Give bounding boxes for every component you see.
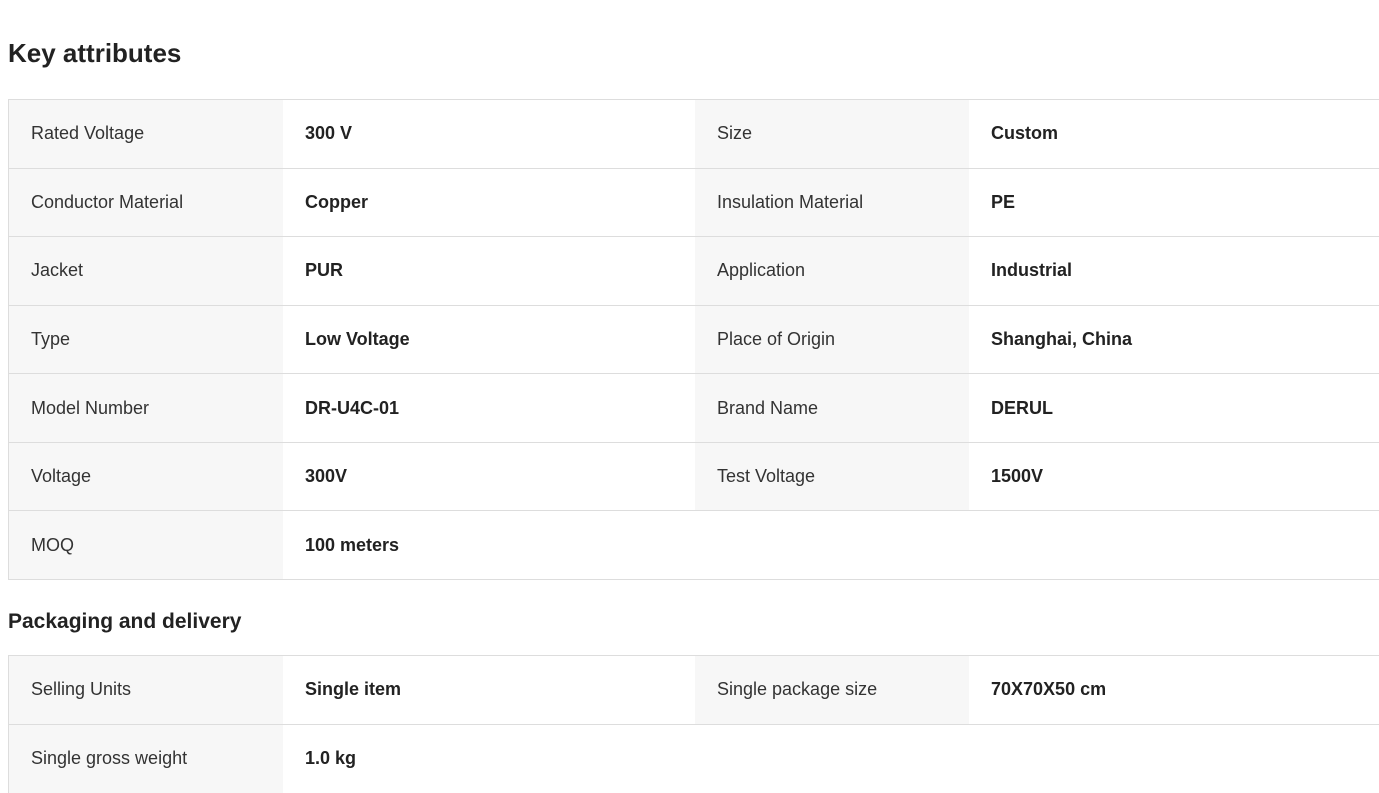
table-row: Jacket PUR Application Industrial: [9, 237, 1379, 306]
attribute-name: Place of Origin: [695, 306, 969, 374]
attribute-name: MOQ: [9, 511, 283, 579]
attribute-value: 300 V: [283, 100, 695, 168]
attribute-value: DERUL: [969, 374, 1379, 442]
table-row: Conductor Material Copper Insulation Mat…: [9, 169, 1379, 238]
attribute-value: Low Voltage: [283, 306, 695, 374]
attribute-value: 300V: [283, 443, 695, 511]
packaging-table: Selling Units Single item Single package…: [8, 655, 1379, 793]
attribute-name: Application: [695, 237, 969, 305]
attribute-value: PUR: [283, 237, 695, 305]
table-row: Type Low Voltage Place of Origin Shangha…: [9, 306, 1379, 375]
attribute-name: Size: [695, 100, 969, 168]
attribute-value: Custom: [969, 100, 1379, 168]
attribute-value: Shanghai, China: [969, 306, 1379, 374]
attribute-value: 70X70X50 cm: [969, 656, 1379, 724]
attribute-name: Insulation Material: [695, 169, 969, 237]
table-row: Model Number DR-U4C-01 Brand Name DERUL: [9, 374, 1379, 443]
key-attributes-table: Rated Voltage 300 V Size Custom Conducto…: [8, 99, 1379, 580]
attribute-value: Copper: [283, 169, 695, 237]
attribute-name: Single gross weight: [9, 725, 283, 793]
attribute-value: 1500V: [969, 443, 1379, 511]
attribute-name: Voltage: [9, 443, 283, 511]
table-row: Rated Voltage 300 V Size Custom: [9, 100, 1379, 169]
attribute-name: Selling Units: [9, 656, 283, 724]
table-row: Voltage 300V Test Voltage 1500V: [9, 443, 1379, 512]
table-row: MOQ 100 meters: [9, 511, 1379, 580]
attribute-name: Jacket: [9, 237, 283, 305]
empty-cell: [969, 511, 1379, 579]
table-row: Single gross weight 1.0 kg: [9, 725, 1379, 793]
empty-cell: [969, 725, 1379, 793]
attribute-value: 1.0 kg: [283, 725, 695, 793]
attribute-value: 100 meters: [283, 511, 695, 579]
empty-cell: [695, 725, 969, 793]
attribute-name: Single package size: [695, 656, 969, 724]
attribute-value: DR-U4C-01: [283, 374, 695, 442]
packaging-delivery-title: Packaging and delivery: [8, 608, 241, 636]
attribute-name: Brand Name: [695, 374, 969, 442]
key-attributes-title: Key attributes: [8, 36, 181, 70]
attribute-name: Type: [9, 306, 283, 374]
attribute-value: Single item: [283, 656, 695, 724]
attribute-name: Test Voltage: [695, 443, 969, 511]
attribute-value: Industrial: [969, 237, 1379, 305]
attribute-value: PE: [969, 169, 1379, 237]
empty-cell: [695, 511, 969, 579]
attribute-name: Conductor Material: [9, 169, 283, 237]
attribute-name: Rated Voltage: [9, 100, 283, 168]
table-row: Selling Units Single item Single package…: [9, 656, 1379, 725]
attribute-name: Model Number: [9, 374, 283, 442]
